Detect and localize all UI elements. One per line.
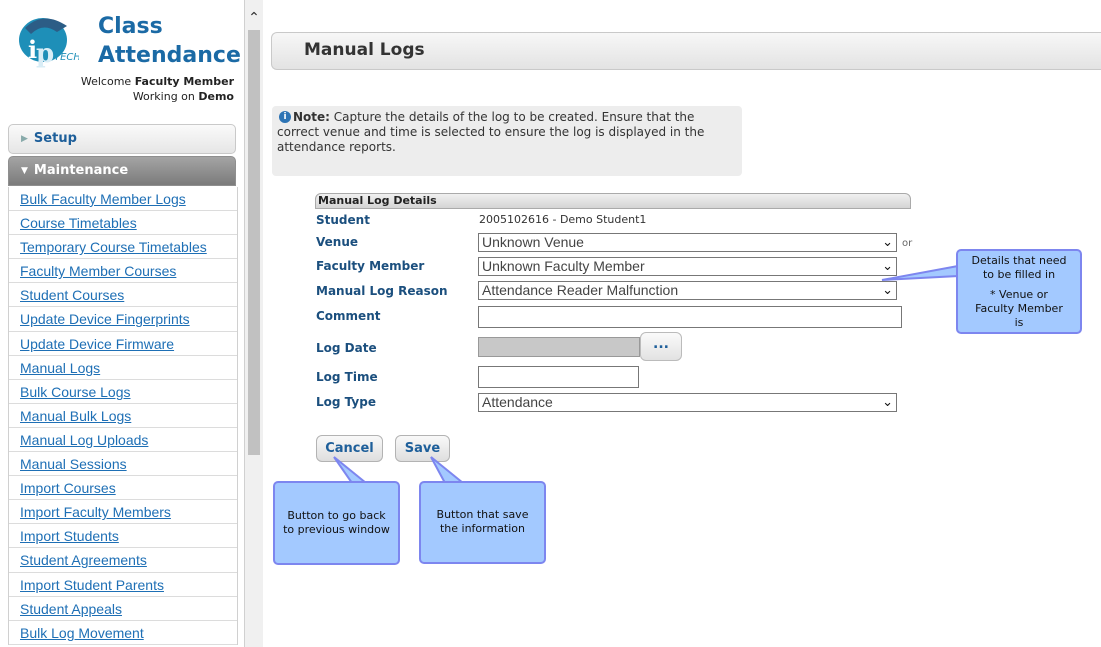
sidebar-item[interactable]: Faculty Member Courses [9, 259, 237, 284]
student-value: 2005102616 - Demo Student1 [479, 213, 647, 226]
sidebar-item-link[interactable]: Manual Bulk Logs [20, 408, 131, 424]
chevron-down-icon: ⌄ [882, 394, 893, 409]
date-picker-button[interactable]: ... [640, 332, 682, 361]
log-date-input[interactable] [478, 337, 640, 357]
sidebar-item-link[interactable]: Manual Sessions [20, 456, 127, 472]
app-title: Class Attendance [98, 14, 241, 68]
info-icon: i [279, 110, 291, 123]
manual-log-reason-label: Manual Log Reason [316, 284, 448, 298]
faculty-member-select[interactable]: Unknown Faculty Member ⌄ [478, 257, 897, 276]
manual-log-reason-select[interactable]: Attendance Reader Malfunction ⌄ [478, 281, 897, 300]
note-box: i Note: Capture the details of the log to… [272, 106, 742, 176]
sidebar-item-link[interactable]: Course Timetables [20, 215, 137, 231]
svg-text:p: p [36, 39, 54, 69]
sidebar-item-link[interactable]: Import Courses [20, 480, 116, 496]
sidebar-item[interactable]: Manual Sessions [9, 452, 237, 477]
sidebar-item[interactable]: Bulk Faculty Member Logs [9, 187, 237, 212]
triangle-right-icon: ▶ [21, 134, 28, 144]
form-section-header: Manual Log Details [315, 193, 911, 209]
sidebar-item-link[interactable]: Student Appeals [20, 601, 122, 617]
maintenance-menu: Bulk Faculty Member Logs Course Timetable… [8, 187, 238, 645]
sidebar-item-link[interactable]: Import Faculty Members [20, 504, 171, 520]
sidebar-item[interactable]: Manual Logs [9, 356, 237, 380]
sidebar-item-link[interactable]: Manual Logs [20, 360, 100, 376]
sidebar-item[interactable]: Update Device Fingerprints [9, 307, 237, 332]
svg-text:TECH: TECH [54, 52, 79, 63]
log-type-label: Log Type [316, 395, 376, 409]
callout-cancel: Button to go back to previous window [273, 481, 400, 565]
sidebar-item[interactable]: Bulk Log Movement [9, 621, 237, 645]
app-logo: i p TECH [19, 18, 79, 69]
log-date-label: Log Date [316, 341, 377, 355]
callout-details: Details that need to be filled in * Venu… [956, 249, 1082, 334]
venue-label: Venue [316, 235, 358, 249]
sidebar-item[interactable]: Manual Bulk Logs [9, 404, 237, 428]
menu-section-maintenance[interactable]: ▼ Maintenance [8, 156, 236, 186]
sidebar-item-link[interactable]: Student Agreements [20, 552, 147, 568]
page-header: Manual Logs [271, 32, 1101, 70]
chevron-down-icon: ⌄ [882, 234, 893, 249]
sidebar-scrollbar[interactable]: ⌃ [244, 0, 263, 647]
or-label: or [902, 238, 913, 249]
page-title: Manual Logs [304, 40, 425, 60]
welcome-text: Welcome Faculty Member Working on Demo [80, 75, 234, 103]
sidebar-item-link[interactable]: Update Device Fingerprints [20, 311, 190, 327]
sidebar-item-link[interactable]: Bulk Log Movement [20, 625, 144, 641]
sidebar-item-link[interactable]: Bulk Course Logs [20, 384, 131, 400]
sidebar-item[interactable]: Import Students [9, 524, 237, 549]
sidebar-item[interactable]: Student Courses [9, 283, 237, 308]
sidebar-item[interactable]: Course Timetables [9, 211, 237, 236]
sidebar-item-link[interactable]: Update Device Firmware [20, 336, 174, 352]
scrollbar-thumb[interactable] [248, 30, 260, 455]
sidebar-item[interactable]: Student Agreements [9, 548, 237, 573]
sidebar-item-link[interactable]: Manual Log Uploads [20, 432, 148, 448]
user-name: Faculty Member [134, 75, 234, 88]
sidebar-item[interactable]: Bulk Course Logs [9, 380, 237, 404]
menu-section-setup[interactable]: ▶ Setup [8, 124, 236, 154]
callout-pointer-details [881, 264, 959, 281]
log-type-select[interactable]: Attendance ⌄ [478, 393, 897, 412]
sidebar-item-link[interactable]: Temporary Course Timetables [20, 239, 207, 255]
log-time-label: Log Time [316, 370, 378, 384]
sidebar-item[interactable]: Temporary Course Timetables [9, 235, 237, 260]
sidebar-item[interactable]: Import Student Parents [9, 573, 237, 597]
student-label: Student [316, 213, 370, 227]
triangle-down-icon: ▼ [21, 166, 28, 176]
sidebar-item[interactable]: Update Device Firmware [9, 332, 237, 356]
sidebar-item[interactable]: Student Appeals [9, 597, 237, 621]
sidebar-item-link[interactable]: Bulk Faculty Member Logs [20, 191, 186, 207]
sidebar-item-link[interactable]: Import Student Parents [20, 577, 164, 593]
comment-label: Comment [316, 309, 381, 323]
sidebar: i p TECH Class Attendance Welcome Facult… [0, 0, 244, 647]
sidebar-item-link[interactable]: Student Courses [20, 287, 124, 303]
callout-save: Button that save the information [419, 481, 546, 564]
sidebar-item[interactable]: Manual Log Uploads [9, 428, 237, 453]
venue-select[interactable]: Unknown Venue ⌄ [478, 233, 897, 252]
workspace-name: Demo [198, 90, 234, 103]
faculty-member-label: Faculty Member [316, 259, 425, 273]
sidebar-item-link[interactable]: Faculty Member Courses [20, 263, 176, 279]
log-time-input[interactable] [478, 366, 639, 388]
sidebar-item-link[interactable]: Import Students [20, 528, 119, 544]
sidebar-item[interactable]: Import Courses [9, 476, 237, 501]
comment-input[interactable] [478, 306, 902, 328]
sidebar-item[interactable]: Import Faculty Members [9, 500, 237, 525]
chevron-up-icon[interactable]: ⌃ [245, 10, 263, 26]
